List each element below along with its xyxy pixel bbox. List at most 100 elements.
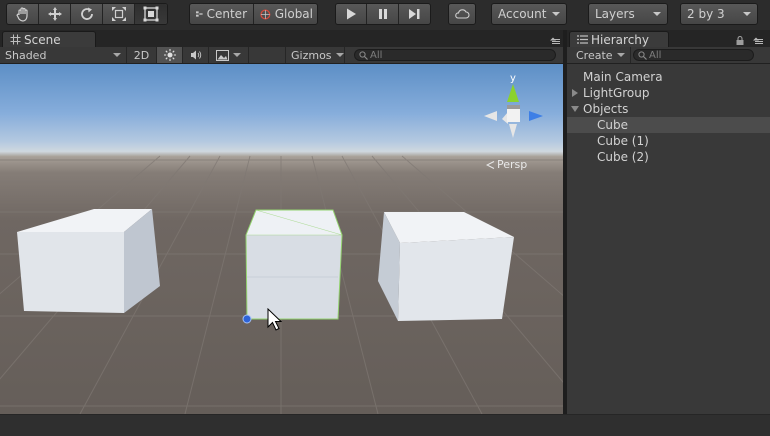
tab-hierarchy-label: Hierarchy	[591, 32, 650, 47]
hierarchy-item-label: LightGroup	[583, 86, 650, 100]
scale-tool-button[interactable]	[103, 4, 135, 24]
scene-tab-bar: Scene	[0, 30, 563, 47]
perspective-icon	[486, 160, 495, 169]
play-controls	[335, 3, 431, 25]
chevron-down-icon	[335, 53, 344, 57]
transform-tools	[6, 3, 168, 25]
move-tool-button[interactable]	[39, 4, 71, 24]
hierarchy-item-cube-2[interactable]: Cube (2)	[567, 149, 770, 165]
hierarchy-item-cube[interactable]: Cube	[567, 117, 770, 133]
shading-mode-dropdown[interactable]: Shaded	[0, 47, 127, 63]
scene-search-placeholder: All	[370, 49, 383, 61]
fold-toggle[interactable]	[567, 106, 583, 112]
pivot-handle[interactable]	[242, 314, 254, 326]
speaker-icon	[190, 50, 201, 60]
pause-icon	[378, 9, 387, 19]
chevron-down-icon	[617, 53, 625, 57]
hierarchy-item-main-camera[interactable]: Main Camera	[567, 69, 770, 85]
triangle-right-icon	[572, 89, 578, 97]
gizmos-dropdown[interactable]: Gizmos	[285, 47, 345, 63]
hand-icon	[16, 7, 28, 22]
create-dropdown[interactable]: Create	[571, 47, 631, 63]
chevron-down-icon	[233, 53, 241, 57]
main-toolbar: Center Global Account Layers 2 by 3	[0, 0, 770, 30]
gizmos-label: Gizmos	[291, 48, 332, 62]
list-icon	[577, 35, 588, 44]
move-arrows-icon	[47, 7, 62, 21]
hierarchy-tab-bar: Hierarchy	[567, 30, 770, 47]
layout-button[interactable]: 2 by 3	[681, 4, 757, 24]
chevron-down-icon	[653, 12, 661, 16]
tab-scene[interactable]: Scene	[2, 31, 96, 47]
2d-mode-toggle[interactable]: 2D	[127, 47, 157, 63]
rect-transform-icon	[143, 6, 159, 22]
layout-dropdown[interactable]: 2 by 3	[680, 3, 758, 25]
pause-button[interactable]	[367, 4, 399, 24]
search-icon	[638, 50, 647, 60]
cube-left[interactable]	[14, 206, 164, 318]
rotate-icon	[80, 7, 93, 20]
chevron-down-icon	[743, 12, 751, 16]
pivot-rotation-label: Global	[274, 7, 313, 21]
hand-tool-button[interactable]	[7, 4, 39, 24]
pivot-mode-toggle[interactable]: Center	[190, 4, 254, 24]
scene-effects-dropdown[interactable]	[209, 47, 249, 63]
cloud-icon	[455, 9, 470, 19]
hierarchy-controls: Create All	[567, 47, 770, 64]
cube-right[interactable]	[374, 209, 520, 325]
orientation-gizmo[interactable]: y	[480, 72, 548, 142]
scene-lighting-toggle[interactable]	[157, 47, 183, 63]
rect-tool-button[interactable]	[135, 4, 167, 24]
2d-mode-label: 2D	[133, 48, 150, 62]
hierarchy-item-lightgroup[interactable]: LightGroup	[567, 85, 770, 101]
account-dropdown[interactable]: Account	[491, 3, 567, 25]
lock-icon[interactable]	[736, 36, 744, 45]
layers-button[interactable]: Layers	[589, 4, 667, 24]
panel-menu-icon[interactable]	[548, 37, 560, 45]
projection-toggle[interactable]: Persp	[486, 158, 527, 171]
scene-audio-toggle[interactable]	[183, 47, 209, 63]
pivot-rotation-toggle[interactable]: Global	[254, 4, 317, 24]
fold-toggle[interactable]	[567, 89, 583, 97]
hierarchy-item-cube-1[interactable]: Cube (1)	[567, 133, 770, 149]
cloud-services	[448, 3, 476, 25]
scale-icon	[111, 7, 126, 21]
account-button[interactable]: Account	[492, 4, 566, 24]
scene-view-controls: Shaded 2D Gizmos All	[0, 47, 563, 64]
chevron-down-icon	[113, 53, 121, 57]
layout-label: 2 by 3	[687, 7, 725, 21]
panel-menu-icon[interactable]	[751, 37, 763, 45]
step-button[interactable]	[399, 4, 430, 24]
rotate-tool-button[interactable]	[71, 4, 103, 24]
pivot-toggles: Center Global	[189, 3, 318, 25]
hierarchy-item-label: Cube (2)	[597, 150, 649, 164]
hierarchy-search-input[interactable]: All	[633, 49, 754, 61]
step-icon	[409, 9, 420, 19]
projection-label: Persp	[497, 158, 528, 171]
layers-dropdown[interactable]: Layers	[588, 3, 668, 25]
hierarchy-item-label: Cube	[597, 118, 628, 132]
cube-middle-selected[interactable]	[238, 207, 348, 327]
hierarchy-item-objects[interactable]: Objects	[567, 101, 770, 117]
pivot-center-icon	[196, 11, 203, 17]
triangle-down-icon	[571, 106, 579, 112]
cloud-button[interactable]	[449, 4, 475, 24]
scene-grid-icon	[10, 34, 21, 45]
hierarchy-tree: Main Camera LightGroup Objects Cube Cube…	[567, 64, 770, 414]
gizmo-y-axis-label: y	[510, 73, 516, 84]
hierarchy-item-label: Main Camera	[583, 70, 663, 84]
play-button[interactable]	[336, 4, 368, 24]
create-label: Create	[576, 48, 613, 62]
hierarchy-search-placeholder: All	[649, 49, 662, 61]
shading-mode-label: Shaded	[5, 48, 47, 62]
play-icon	[347, 8, 357, 20]
scene-search-input[interactable]: All	[354, 49, 556, 61]
scene-viewport[interactable]: y Persp	[0, 64, 563, 414]
status-bar	[0, 414, 770, 436]
mouse-cursor-icon	[267, 308, 283, 331]
tab-scene-label: Scene	[24, 32, 61, 47]
search-icon	[359, 50, 368, 60]
tab-hierarchy[interactable]: Hierarchy	[569, 31, 669, 47]
global-icon	[260, 8, 271, 20]
